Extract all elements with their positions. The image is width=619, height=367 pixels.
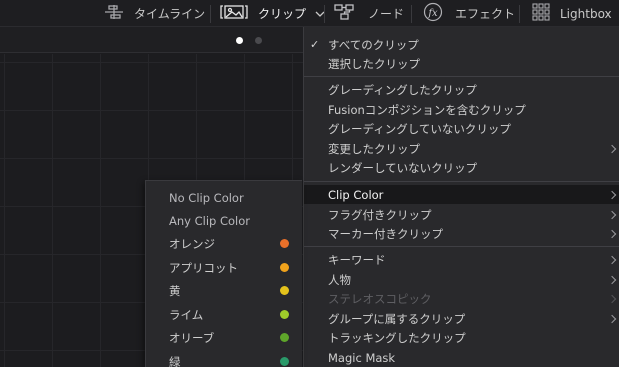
- menu-item-flagged-clips[interactable]: フラグ付きクリップ: [304, 205, 619, 224]
- clips-tab[interactable]: クリップ: [220, 0, 325, 27]
- menu-item-fusion-clips[interactable]: Fusionコンポジションを含むクリップ: [304, 100, 619, 119]
- top-toolbar: タイムライン クリップ ノード fx エフェクト Lightbox: [0, 0, 619, 27]
- submenu-item-lime[interactable]: ライム: [146, 303, 302, 326]
- timeline-icon: [104, 4, 124, 23]
- chevron-right-icon: [607, 144, 617, 153]
- page-dot-inactive[interactable]: [255, 37, 262, 44]
- menu-divider: [304, 246, 619, 247]
- menu-item-grouped-clips[interactable]: グループに属するクリップ: [304, 309, 619, 328]
- toolbar-divider: [210, 5, 211, 23]
- lightbox-label: Lightbox: [560, 6, 612, 21]
- clip-color-submenu: No Clip Color Any Clip Color オレンジ アプリコット…: [145, 180, 302, 367]
- chevron-right-icon: [607, 314, 617, 323]
- menu-item-all-clips[interactable]: ✓ すべてのクリップ: [304, 35, 619, 54]
- page-dot-active[interactable]: [236, 37, 243, 44]
- chevron-right-icon: [607, 275, 617, 284]
- menu-item-selected-clips[interactable]: 選択したクリップ: [304, 54, 619, 73]
- menu-item-keywords[interactable]: キーワード: [304, 250, 619, 269]
- lightbox-tab[interactable]: Lightbox: [532, 0, 612, 27]
- menu-item-ungraded-clips[interactable]: グレーディングしていないクリップ: [304, 119, 619, 138]
- lightbox-grid-icon: [532, 3, 550, 24]
- submenu-item-orange[interactable]: オレンジ: [146, 232, 302, 255]
- nodes-label: ノード: [368, 7, 405, 21]
- menu-item-stereoscopic: ステレオスコピック: [304, 289, 619, 308]
- chevron-right-icon: [607, 190, 617, 199]
- clips-label: クリップ: [258, 7, 307, 21]
- chevron-right-icon: [607, 210, 617, 219]
- timeline-label: タイムライン: [134, 7, 206, 21]
- nodes-tab[interactable]: ノード: [334, 0, 404, 27]
- fx-icon: fx: [423, 2, 443, 25]
- timeline-tab[interactable]: タイムライン: [104, 0, 205, 27]
- color-swatch: [280, 357, 289, 366]
- menu-item-marked-clips[interactable]: マーカー付きクリップ: [304, 224, 619, 243]
- submenu-item-olive[interactable]: オリーブ: [146, 326, 302, 349]
- chevron-right-icon: [607, 255, 617, 264]
- menu-divider: [304, 76, 619, 77]
- chevron-right-icon: [607, 229, 617, 238]
- menu-item-tracked-clips[interactable]: トラッキングしたクリップ: [304, 328, 619, 347]
- effects-tab[interactable]: fx エフェクト: [423, 0, 515, 27]
- svg-text:fx: fx: [427, 8, 438, 19]
- color-swatch: [280, 263, 289, 272]
- clip-filter-menu: ✓ すべてのクリップ 選択したクリップ グレーディングしたクリップ Fusion…: [303, 27, 619, 367]
- color-swatch: [280, 286, 289, 295]
- submenu-item-apricot[interactable]: アプリコット: [146, 256, 302, 279]
- color-swatch: [280, 310, 289, 319]
- toolbar-divider: [519, 5, 520, 23]
- menu-item-people[interactable]: 人物: [304, 270, 619, 289]
- submenu-item-no-clip-color[interactable]: No Clip Color: [146, 186, 302, 209]
- menu-item-modified-clips[interactable]: 変更したクリップ: [304, 139, 619, 158]
- toolbar-divider: [324, 5, 325, 23]
- color-swatch: [280, 333, 289, 342]
- chevron-right-icon: [607, 294, 617, 303]
- nodes-icon: [334, 3, 356, 24]
- checkmark-icon: ✓: [310, 38, 320, 51]
- submenu-item-any-clip-color[interactable]: Any Clip Color: [146, 209, 302, 232]
- toolbar-divider: [411, 5, 412, 23]
- submenu-item-green[interactable]: 緑: [146, 350, 302, 367]
- submenu-item-yellow[interactable]: 黄: [146, 279, 302, 302]
- clips-icon: [220, 4, 248, 23]
- menu-item-clip-color[interactable]: Clip Color: [304, 185, 619, 204]
- menu-item-unrendered-clips[interactable]: レンダーしていないクリップ: [304, 158, 619, 177]
- color-swatch: [280, 239, 289, 248]
- effects-label: エフェクト: [455, 7, 516, 21]
- menu-item-graded-clips[interactable]: グレーディングしたクリップ: [304, 80, 619, 99]
- menu-item-magic-mask[interactable]: Magic Mask: [304, 348, 619, 367]
- menu-divider: [304, 181, 619, 182]
